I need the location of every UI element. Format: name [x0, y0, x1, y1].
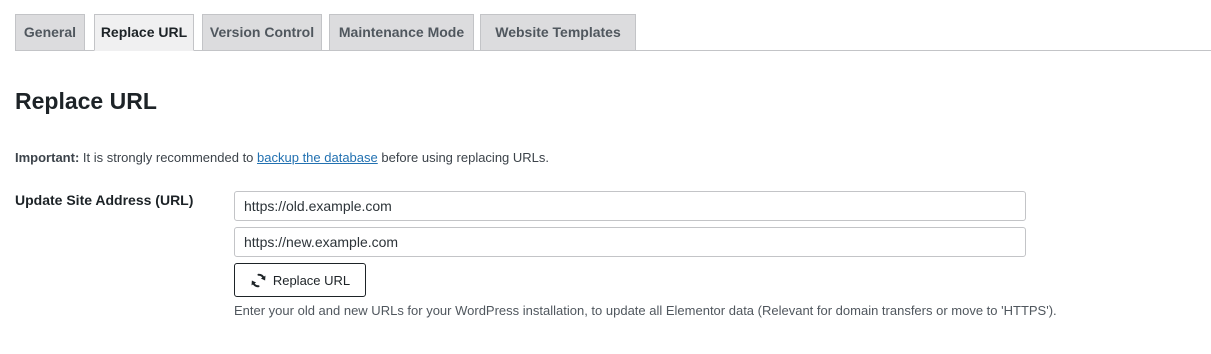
new-url-input[interactable]: [234, 227, 1026, 257]
replace-url-button[interactable]: Replace URL: [234, 263, 366, 297]
tab-maintenance-mode[interactable]: Maintenance Mode: [329, 14, 474, 51]
update-site-address-label: Update Site Address (URL): [15, 192, 194, 208]
notice-text-after: before using replacing URLs.: [377, 150, 550, 165]
tab-version-control[interactable]: Version Control: [202, 14, 322, 51]
notice-important-label: Important:: [15, 150, 80, 165]
replace-url-button-label: Replace URL: [272, 272, 351, 288]
tab-general[interactable]: General: [15, 14, 85, 51]
settings-tab-bar: General Replace URL Version Control Main…: [15, 14, 1211, 51]
old-url-input[interactable]: [234, 191, 1026, 221]
page-title: Replace URL: [15, 88, 157, 114]
tab-replace-url[interactable]: Replace URL: [94, 14, 194, 51]
tab-website-templates[interactable]: Website Templates: [480, 14, 636, 51]
backup-notice: Important: It is strongly recommended to…: [15, 150, 549, 165]
replace-url-description: Enter your old and new URLs for your Wor…: [234, 303, 1057, 318]
backup-database-link[interactable]: backup the database: [257, 150, 378, 165]
notice-text-before: It is strongly recommended to: [79, 150, 258, 165]
refresh-icon: [250, 272, 267, 289]
